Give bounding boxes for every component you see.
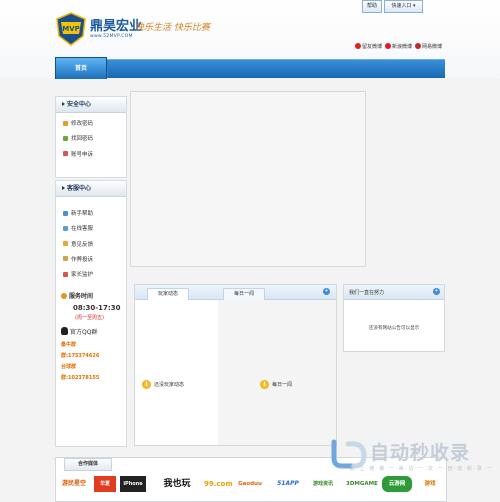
weibo-icon xyxy=(355,43,361,49)
tab-daily-news[interactable]: 每日一闻 xyxy=(223,288,265,300)
sidebar-item-cheat-report[interactable]: 作弊投诉 xyxy=(56,253,126,268)
security-center-title: 安全中心 xyxy=(67,101,92,108)
tab-player-dynamics[interactable]: 玩家动态 xyxy=(147,288,189,300)
main-nav: 首页 xyxy=(55,57,445,79)
qq-group-title: 官方QQ群 xyxy=(70,329,98,336)
weibo-icon xyxy=(415,43,421,49)
appeal-icon xyxy=(63,151,68,157)
key-icon xyxy=(63,120,68,126)
sidebar-item-label: 家长监护 xyxy=(71,272,94,279)
partner-logo[interactable]: 华夏 xyxy=(94,476,116,492)
dynamics-panel: 玩家动态 每日一闻 + ! 还没玩家动态 ! 每日一闻 xyxy=(134,284,337,446)
lock-icon xyxy=(63,135,68,141)
sidebar-item-online-service[interactable]: 在线客服 xyxy=(56,222,126,237)
weibo-icon xyxy=(385,43,391,49)
link-label: 新浪微博 xyxy=(392,44,413,50)
service-hours-title: 服务时间 xyxy=(69,293,94,300)
sidebar-item-recover-password[interactable]: 找回密码 xyxy=(56,132,126,147)
warning-icon: ! xyxy=(260,380,269,389)
watermark-main-text: 自动秒收录 xyxy=(370,442,471,464)
notice-panel: 我们一直在努力 + 还没有网站公告可以显示 xyxy=(343,284,445,352)
nav-divider xyxy=(107,60,108,78)
sidebar-item-label: 在线客服 xyxy=(71,226,94,233)
sidebar-item-beginner-help[interactable]: 新手帮助 xyxy=(56,207,126,222)
daily-news-empty: ! 每日一闻 xyxy=(260,380,292,389)
sidebar-item-label: 新手帮助 xyxy=(71,211,94,217)
report-icon xyxy=(63,256,68,262)
mvp-logo-icon: MVP xyxy=(56,12,86,46)
sidebar-item-label: 修改密码 xyxy=(71,121,94,127)
sidebar-item-label: 意见反馈 xyxy=(71,241,94,248)
clock-icon xyxy=(61,293,67,299)
security-center-panel: 安全中心 修改密码 找回密码 账号申诉 xyxy=(55,96,127,178)
help-icon xyxy=(63,210,68,216)
service-center-title: 客服中心 xyxy=(67,185,92,192)
sidebar-item-label: 作弊投诉 xyxy=(71,256,94,263)
partner-logo[interactable]: 51APP xyxy=(276,476,300,492)
partner-logo[interactable]: Gaoduu xyxy=(234,476,266,492)
netease-weibo-link[interactable]: 网易微博 xyxy=(415,43,442,50)
notice-header: 我们一直在努力 + xyxy=(344,285,444,300)
sina-weibo-link[interactable]: 新浪微博 xyxy=(385,43,412,50)
link-label: 网易微博 xyxy=(422,44,443,50)
service-center-panel: 客服中心 新手帮助 在线客服 意见反馈 作弊投诉 家长监护 服务时间 08:30… xyxy=(55,180,127,447)
more-plus-icon[interactable]: + xyxy=(433,288,440,295)
notice-empty-text: 还没有网站公告可以显示 xyxy=(368,326,420,331)
warning-icon: ! xyxy=(142,380,151,389)
partner-logo[interactable]: iPhone xyxy=(120,476,146,492)
partner-logo[interactable]: 99.com xyxy=(204,476,233,492)
service-hours-days: (周一至周五) xyxy=(75,315,104,321)
player-dynamics-empty-text: 还没玩家动态 xyxy=(154,382,185,388)
player-dynamics-empty: ! 还没玩家动态 xyxy=(142,380,184,389)
site-url: www.52MVP.COM xyxy=(90,34,133,39)
quick-entry-button[interactable]: 快速入口 ▾ xyxy=(384,0,423,13)
security-center-header: 安全中心 xyxy=(56,97,126,113)
qq-icon xyxy=(61,327,68,335)
qq-group-number[interactable]: 群:175374626 xyxy=(61,352,123,359)
daily-news-empty-text: 每日一闻 xyxy=(272,382,293,388)
qq-group-name: 台球群 xyxy=(61,364,77,370)
liuyou-weibo-link[interactable]: 留友微博 xyxy=(355,43,382,50)
chat-icon xyxy=(63,225,68,231)
partner-logo[interactable]: 我也玩 xyxy=(160,476,194,492)
official-qq-groups: 官方QQ群 桑牛群 群:175374626 台球群 群:102378155 xyxy=(61,327,123,381)
service-hours-time: 08:30-17:30 xyxy=(73,304,121,312)
main-banner-area xyxy=(130,91,366,267)
qq-group-number[interactable]: 群:102378155 xyxy=(61,374,123,381)
feedback-icon xyxy=(63,241,68,247)
chevron-down-icon: ▾ xyxy=(413,3,416,9)
arrow-right-icon xyxy=(62,102,65,106)
qq-group-name: 桑牛群 xyxy=(61,342,77,348)
partner-logo[interactable]: 3DMGAME xyxy=(346,476,378,492)
sidebar-item-feedback[interactable]: 意见反馈 xyxy=(56,238,126,253)
service-center-header: 客服中心 xyxy=(56,181,126,197)
sidebar-item-parental-control[interactable]: 家长监护 xyxy=(56,268,126,283)
watermark-sub-text: 一 · 数 · 上 · 链 · 接 · 一 · 来 · 访 · 一 · 次 · … xyxy=(340,466,492,472)
partner-logo[interactable]: 云游网 xyxy=(382,476,412,492)
sidebar-item-label: 找回密码 xyxy=(71,136,94,143)
partner-logo[interactable]: 游戏 xyxy=(418,476,442,492)
help-button[interactable]: 帮助 xyxy=(362,0,382,13)
watermark: 自动秒收录 一 · 数 · 上 · 链 · 接 · 一 · 来 · 访 · 一 … xyxy=(330,438,492,476)
dynamics-left-pane: ! 还没玩家动态 xyxy=(135,300,218,445)
partner-logo[interactable]: 游民星空 xyxy=(62,476,86,492)
sidebar-item-label: 账号申诉 xyxy=(71,151,94,158)
partner-media-title: 合作媒体 xyxy=(64,458,112,471)
arrow-right-icon xyxy=(62,186,65,190)
sidebar-item-change-password[interactable]: 修改密码 xyxy=(56,117,126,132)
nav-home-tab[interactable]: 首页 xyxy=(55,57,107,79)
quick-entry-label: 快速入口 xyxy=(391,3,412,9)
link-label: 留友微博 xyxy=(362,44,383,50)
parent-icon xyxy=(63,271,68,277)
partner-logo[interactable]: 游戏资讯 xyxy=(306,476,340,492)
more-plus-icon[interactable]: + xyxy=(323,288,330,295)
dynamics-tabbar: 玩家动态 每日一闻 + xyxy=(135,285,336,300)
notice-title: 我们一直在努力 xyxy=(349,290,385,296)
service-hours: 服务时间 08:30-17:30 (周一至周五) xyxy=(61,291,121,321)
svg-text:MVP: MVP xyxy=(62,25,80,33)
slogan: 快乐生活 快乐比赛 xyxy=(135,23,210,33)
sidebar-item-account-appeal[interactable]: 账号申诉 xyxy=(56,148,126,163)
dynamics-right-pane: ! 每日一闻 xyxy=(218,300,336,445)
